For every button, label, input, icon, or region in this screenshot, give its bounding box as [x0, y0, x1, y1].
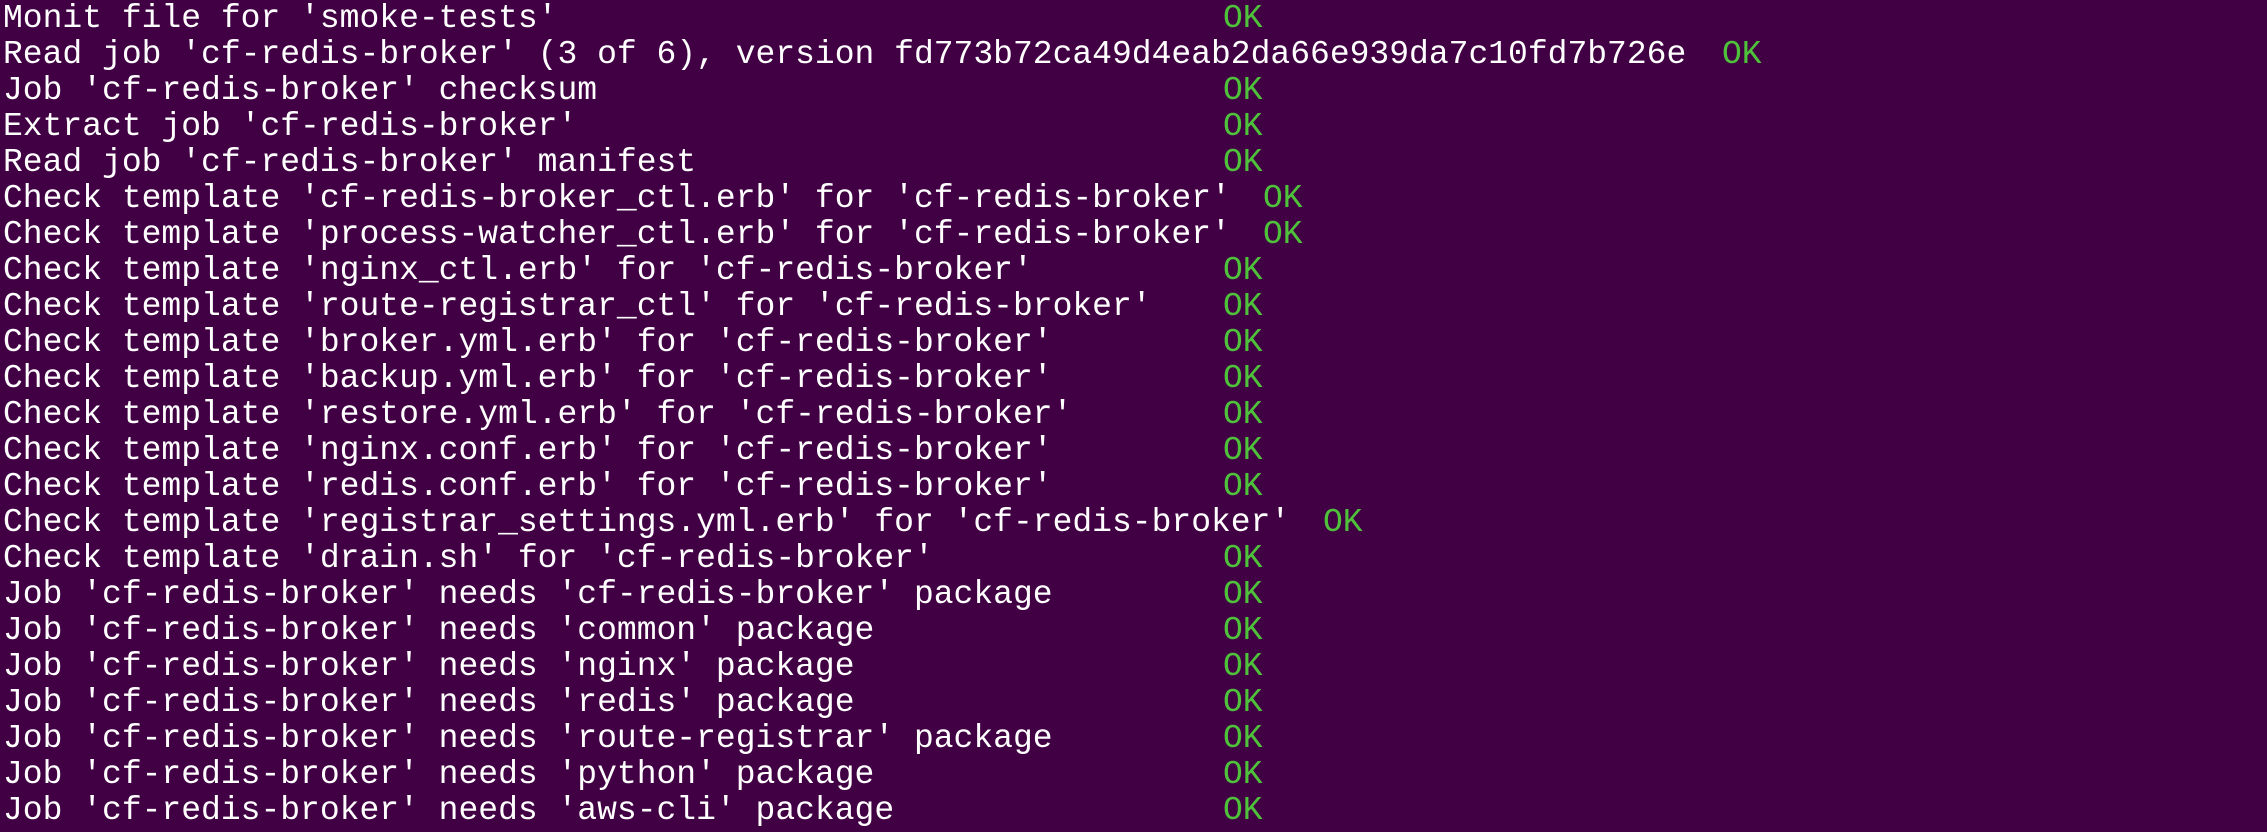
log-line: Job 'cf-redis-broker' checksum OK: [0, 73, 2267, 109]
status-ok: OK: [1223, 252, 1263, 289]
log-line: Job 'cf-redis-broker' needs 'route-regis…: [0, 721, 2267, 757]
log-message: Job 'cf-redis-broker' needs 'cf-redis-br…: [3, 576, 1053, 613]
status-ok: OK: [1223, 0, 1263, 37]
status-ok: OK: [1223, 612, 1263, 649]
status-ok: OK: [1223, 396, 1263, 433]
log-line: Read job 'cf-redis-broker' manifest OK: [0, 145, 2267, 181]
log-message: Job 'cf-redis-broker' needs 'aws-cli' pa…: [3, 792, 895, 829]
log-message: Job 'cf-redis-broker' needs 'python' pac…: [3, 756, 875, 793]
log-line: Check template 'nginx_ctl.erb' for 'cf-r…: [0, 253, 2267, 289]
status-ok: OK: [1223, 288, 1263, 325]
log-line: Extract job 'cf-redis-broker' OK: [0, 109, 2267, 145]
log-line: Check template 'broker.yml.erb' for 'cf-…: [0, 325, 2267, 361]
status-ok: OK: [1263, 180, 1303, 217]
log-message: Read job 'cf-redis-broker' (3 of 6), ver…: [3, 36, 1687, 73]
status-ok: OK: [1223, 324, 1263, 361]
log-message: Check template 'drain.sh' for 'cf-redis-…: [3, 540, 934, 577]
log-message: Monit file for 'smoke-tests': [3, 0, 558, 37]
status-ok: OK: [1223, 144, 1263, 181]
log-message: Check template 'route-registrar_ctl' for…: [3, 288, 1152, 325]
log-message: Extract job 'cf-redis-broker': [3, 108, 578, 145]
log-message: Check template 'redis.conf.erb' for 'cf-…: [3, 468, 1053, 505]
terminal-window[interactable]: Monit file for 'smoke-tests' OK Read job …: [0, 0, 2267, 832]
log-message: Check template 'nginx.conf.erb' for 'cf-…: [3, 432, 1053, 469]
status-ok: OK: [1263, 216, 1303, 253]
log-message: Read job 'cf-redis-broker' manifest: [3, 144, 697, 181]
log-line: Monit file for 'smoke-tests' OK: [0, 1, 2267, 37]
status-ok: OK: [1223, 792, 1263, 829]
status-ok: OK: [1223, 468, 1263, 505]
log-message: Job 'cf-redis-broker' needs 'redis' pack…: [3, 684, 855, 721]
log-line: Check template 'backup.yml.erb' for 'cf-…: [0, 361, 2267, 397]
log-line: Check template 'cf-redis-broker_ctl.erb'…: [0, 181, 2267, 217]
status-ok: OK: [1223, 360, 1263, 397]
log-line: Job 'cf-redis-broker' needs 'nginx' pack…: [0, 649, 2267, 685]
status-ok: OK: [1223, 756, 1263, 793]
log-line: Job 'cf-redis-broker' needs 'cf-redis-br…: [0, 577, 2267, 613]
status-ok: OK: [1223, 432, 1263, 469]
status-ok: OK: [1223, 540, 1263, 577]
status-ok: OK: [1223, 72, 1263, 109]
log-line: Check template 'restore.yml.erb' for 'cf…: [0, 397, 2267, 433]
status-ok: OK: [1323, 504, 1363, 541]
log-message: Job 'cf-redis-broker' needs 'common' pac…: [3, 612, 875, 649]
log-line: Read job 'cf-redis-broker' (3 of 6), ver…: [0, 37, 2267, 73]
log-line: Job 'cf-redis-broker' needs 'python' pac…: [0, 757, 2267, 793]
log-message: Job 'cf-redis-broker' needs 'route-regis…: [3, 720, 1053, 757]
log-line: Job 'cf-redis-broker' needs 'common' pac…: [0, 613, 2267, 649]
log-line: Check template 'process-watcher_ctl.erb'…: [0, 217, 2267, 253]
log-message: Check template 'backup.yml.erb' for 'cf-…: [3, 360, 1053, 397]
status-ok: OK: [1223, 684, 1263, 721]
log-message: Job 'cf-redis-broker' checksum: [3, 72, 598, 109]
log-message: Job 'cf-redis-broker' needs 'nginx' pack…: [3, 648, 855, 685]
log-line: Check template 'nginx.conf.erb' for 'cf-…: [0, 433, 2267, 469]
log-line: Check template 'redis.conf.erb' for 'cf-…: [0, 469, 2267, 505]
status-ok: OK: [1223, 720, 1263, 757]
log-line: Check template 'registrar_settings.yml.e…: [0, 505, 2267, 541]
status-ok: OK: [1722, 36, 1762, 73]
log-line: Check template 'drain.sh' for 'cf-redis-…: [0, 541, 2267, 577]
log-line: Job 'cf-redis-broker' needs 'redis' pack…: [0, 685, 2267, 721]
status-ok: OK: [1223, 108, 1263, 145]
log-message: Check template 'process-watcher_ctl.erb'…: [3, 216, 1231, 253]
log-message: Check template 'restore.yml.erb' for 'cf…: [3, 396, 1073, 433]
log-message: Check template 'cf-redis-broker_ctl.erb'…: [3, 180, 1231, 217]
log-line: Check template 'route-registrar_ctl' for…: [0, 289, 2267, 325]
status-ok: OK: [1223, 648, 1263, 685]
log-message: Check template 'broker.yml.erb' for 'cf-…: [3, 324, 1053, 361]
log-line: Job 'cf-redis-broker' needs 'aws-cli' pa…: [0, 793, 2267, 829]
log-message: Check template 'registrar_settings.yml.e…: [3, 504, 1291, 541]
status-ok: OK: [1223, 576, 1263, 613]
log-message: Check template 'nginx_ctl.erb' for 'cf-r…: [3, 252, 1033, 289]
